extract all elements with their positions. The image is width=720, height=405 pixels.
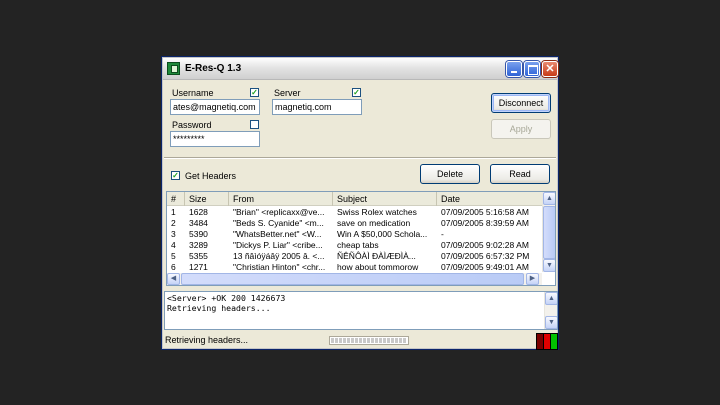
column-header-subject[interactable]: Subject	[333, 192, 437, 206]
scroll-left-icon[interactable]: ◀	[167, 273, 180, 285]
get-headers-label[interactable]: Get Headers	[185, 171, 236, 181]
server-log[interactable]: <Server> +OK 200 1426673 Retrieving head…	[164, 291, 558, 330]
scroll-up-icon[interactable]: ▲	[543, 192, 555, 205]
cell-from: "Dickys P. Liar" <cribe...	[233, 240, 323, 250]
cell-size: 3484	[189, 218, 208, 228]
list-vertical-scrollbar[interactable]: ▲ ▼	[542, 192, 555, 272]
maximize-icon	[525, 62, 539, 76]
password-checkbox[interactable]	[250, 120, 259, 129]
cell-date: -	[441, 229, 444, 239]
password-label: Password	[172, 120, 212, 130]
cell-subject: ÑÊÑÔÀÌ ÐÀÌÆÐÌÀ...	[337, 251, 416, 261]
cell-from: "Christian Hinton" <chr...	[233, 262, 326, 272]
username-checkbox[interactable]: ✓	[250, 88, 259, 97]
close-icon: ✕	[545, 63, 555, 75]
username-label: Username	[172, 88, 214, 98]
status-bar: Retrieving headers...	[163, 332, 558, 350]
column-header-date[interactable]: Date	[437, 192, 543, 206]
delete-button[interactable]: Delete	[420, 164, 480, 184]
column-header-from[interactable]: From	[229, 192, 333, 206]
cell-size: 1271	[189, 262, 208, 272]
led-green	[551, 334, 557, 349]
cell-number: 5	[171, 251, 176, 261]
progress-bar	[329, 336, 409, 345]
cell-from: "Brian" <replicaxx@ve...	[233, 207, 325, 217]
table-row[interactable]: 2 3484 "Beds S. Cyanide" <m... save on m…	[167, 218, 543, 229]
cell-size: 3289	[189, 240, 208, 250]
cell-size: 5390	[189, 229, 208, 239]
server-label: Server	[274, 88, 301, 98]
cell-subject: Win A $50,000 Schola...	[337, 229, 428, 239]
scroll-down-icon[interactable]: ▼	[543, 259, 555, 272]
list-header: # Size From Subject Date	[167, 192, 543, 206]
progress-fill	[331, 338, 407, 343]
list-horizontal-scrollbar[interactable]: ◀ ▶	[167, 273, 542, 285]
scroll-down-icon[interactable]: ▼	[545, 316, 557, 329]
title-bar[interactable]: E-Res-Q 1.3 ✕	[163, 58, 558, 80]
read-button[interactable]: Read	[490, 164, 550, 184]
get-headers-checkbox[interactable]: ✓	[171, 171, 180, 180]
horizontal-scroll-thumb[interactable]	[181, 273, 524, 285]
server-checkbox[interactable]: ✓	[352, 88, 361, 97]
connection-indicator	[536, 333, 558, 350]
message-list[interactable]: # Size From Subject Date 1 1628 "Brian" …	[166, 191, 556, 286]
table-row[interactable]: 4 3289 "Dickys P. Liar" <cribe... cheap …	[167, 240, 543, 251]
status-text: Retrieving headers...	[165, 335, 249, 345]
led-dark-red	[537, 334, 543, 349]
minimize-button[interactable]	[506, 61, 522, 77]
scroll-right-icon[interactable]: ▶	[526, 273, 539, 285]
apply-button[interactable]: Apply	[491, 119, 551, 139]
cell-date: 07/09/2005 5:16:58 AM	[441, 207, 529, 217]
table-row[interactable]: 1 1628 "Brian" <replicaxx@ve... Swiss Ro…	[167, 207, 543, 218]
cell-subject: cheap tabs	[337, 240, 379, 250]
cell-from: 13 ñâìóÿáâÿ 2005 â. <...	[233, 251, 325, 261]
minimize-icon	[507, 62, 521, 76]
column-header-size[interactable]: Size	[185, 192, 229, 206]
column-header-number[interactable]: #	[167, 192, 185, 206]
separator	[164, 157, 556, 159]
table-row[interactable]: 5 5355 13 ñâìóÿáâÿ 2005 â. <... ÑÊÑÔÀÌ Ð…	[167, 251, 543, 262]
window-title: E-Res-Q 1.3	[185, 63, 242, 74]
server-field[interactable]: magnetiq.com	[272, 99, 362, 115]
cell-size: 5355	[189, 251, 208, 261]
cell-subject: save on medication	[337, 218, 411, 228]
log-vertical-scrollbar[interactable]: ▲ ▼	[544, 292, 557, 329]
password-field[interactable]: *********	[170, 131, 260, 147]
cell-number: 2	[171, 218, 176, 228]
scroll-up-icon[interactable]: ▲	[545, 292, 557, 305]
username-field[interactable]: ates@magnetiq.com	[170, 99, 260, 115]
cell-date: 07/09/2005 9:49:01 AM	[441, 262, 529, 272]
maximize-button[interactable]	[524, 61, 540, 77]
led-red	[544, 334, 550, 349]
table-row[interactable]: 6 1271 "Christian Hinton" <chr... how ab…	[167, 262, 543, 273]
cell-size: 1628	[189, 207, 208, 217]
cell-number: 4	[171, 240, 176, 250]
scroll-thumb[interactable]	[543, 206, 555, 259]
log-line: Retrieving headers...	[167, 303, 271, 313]
app-icon	[167, 62, 180, 75]
cell-number: 3	[171, 229, 176, 239]
cell-from: "Beds S. Cyanide" <m...	[233, 218, 324, 228]
close-button[interactable]: ✕	[542, 61, 558, 77]
cell-subject: how about tommorow	[337, 262, 419, 272]
cell-date: 07/09/2005 6:57:32 PM	[441, 251, 530, 261]
cell-subject: Swiss Rolex watches	[337, 207, 417, 217]
app-window: E-Res-Q 1.3 ✕ Username ✓ ates@magnetiq.c…	[161, 56, 559, 350]
cell-date: 07/09/2005 9:02:28 AM	[441, 240, 529, 250]
disconnect-button[interactable]: Disconnect	[491, 93, 551, 113]
cell-number: 1	[171, 207, 176, 217]
table-row[interactable]: 3 5390 "WhatsBetter.net" <W... Win A $50…	[167, 229, 543, 240]
cell-from: "WhatsBetter.net" <W...	[233, 229, 322, 239]
cell-date: 07/09/2005 8:39:59 AM	[441, 218, 529, 228]
log-line: <Server> +OK 200 1426673	[167, 293, 286, 303]
cell-number: 6	[171, 262, 176, 272]
